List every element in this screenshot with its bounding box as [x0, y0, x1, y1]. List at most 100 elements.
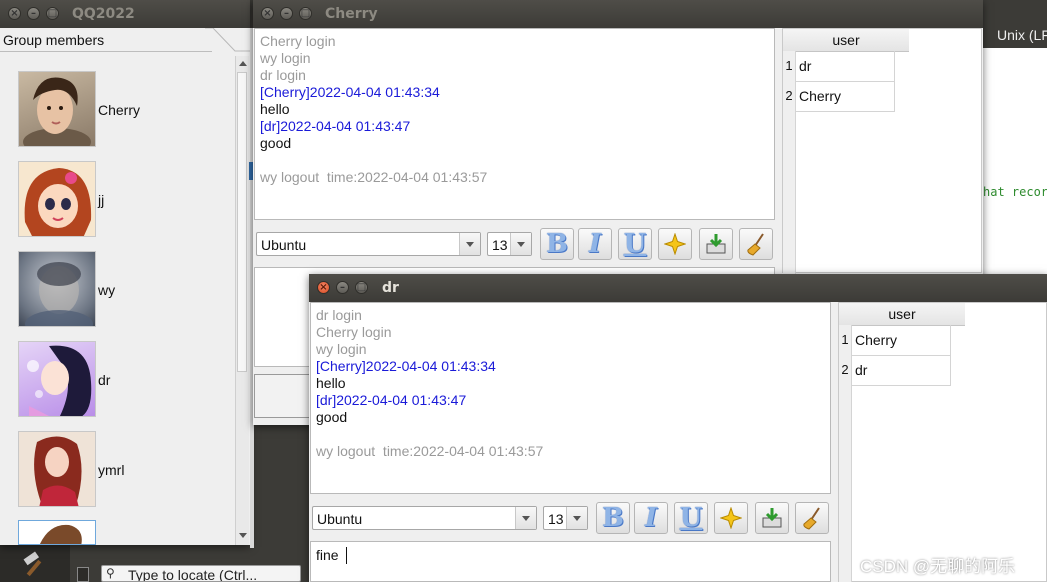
member-avatar[interactable]: [18, 251, 96, 327]
text-cursor: [346, 547, 347, 564]
font-size-select[interactable]: 13: [543, 506, 588, 530]
user-name: dr: [855, 362, 868, 378]
italic-icon: I: [588, 229, 602, 259]
panel-grip: [77, 567, 89, 582]
chevron-down-icon: [459, 233, 480, 255]
chat-log: Cherry login wy login dr login [Cherry]2…: [254, 28, 775, 220]
member-avatar[interactable]: [18, 71, 96, 147]
color-star-icon: [719, 506, 743, 530]
close-icon[interactable]: ×: [317, 281, 330, 294]
minimize-icon[interactable]: –: [280, 7, 293, 20]
member-name[interactable]: Cherry: [98, 102, 140, 118]
color-button[interactable]: [714, 502, 748, 534]
font-family-select[interactable]: Ubuntu: [256, 232, 481, 256]
save-button[interactable]: [699, 228, 733, 260]
color-star-icon: [663, 232, 687, 256]
log-line: dr login: [260, 67, 306, 83]
member-name[interactable]: wy: [98, 282, 115, 298]
user-name: Cherry: [855, 332, 898, 348]
user-row[interactable]: 2 dr: [839, 355, 951, 386]
scroll-up-arrow[interactable]: [239, 61, 247, 66]
log-line: wy login: [316, 341, 367, 357]
maximize-icon[interactable]: □: [355, 281, 368, 294]
bold-button[interactable]: B: [540, 228, 574, 260]
italic-button[interactable]: I: [634, 502, 668, 534]
group-members-tab-label: Group members: [3, 32, 105, 48]
minimize-icon[interactable]: –: [27, 7, 40, 20]
row-number: 1: [839, 325, 852, 355]
cherry-titlebar: × – □ Cherry: [253, 0, 983, 28]
log-line: Cherry login: [260, 33, 336, 49]
user-row[interactable]: 1 Cherry: [839, 325, 951, 356]
minimize-icon[interactable]: –: [336, 281, 349, 294]
color-button[interactable]: [658, 228, 692, 260]
italic-button[interactable]: I: [578, 228, 612, 260]
log-line: dr login: [316, 307, 362, 323]
member-name[interactable]: dr: [98, 372, 110, 388]
member-avatar[interactable]: [18, 161, 96, 237]
member-name[interactable]: ymrl: [98, 462, 124, 478]
message-input-text: fine: [316, 547, 339, 563]
row-number: 1: [783, 51, 796, 81]
members-scrollbar[interactable]: [235, 56, 249, 545]
user-table: user 1 dr 2 Cherry: [782, 28, 982, 274]
anime-girl-avatar-icon: [27, 345, 92, 416]
row-number: 2: [783, 81, 796, 111]
font-size-value: 13: [548, 511, 564, 527]
row-number-gutter: [783, 111, 796, 274]
member-avatar[interactable]: [18, 520, 96, 545]
user-column-header[interactable]: user: [783, 29, 909, 52]
message-input[interactable]: fine: [310, 541, 831, 582]
search-icon: ⚲: [106, 566, 115, 580]
group-members-tab[interactable]: Group members: [0, 28, 212, 52]
log-line: wy logout time:2022-04-04 01:43:57: [260, 169, 488, 185]
close-icon[interactable]: ×: [261, 7, 274, 20]
dr-chat-window: × – □ dr dr login Cherry login wy login …: [309, 274, 1047, 582]
save-icon: [706, 234, 726, 254]
locate-input[interactable]: ⚲ Type to locate (Ctrl...: [101, 565, 301, 582]
clear-broom-icon: [803, 507, 820, 530]
partial-avatar-icon: [39, 524, 82, 544]
member-avatar[interactable]: [18, 431, 96, 507]
member-avatar[interactable]: [18, 341, 96, 417]
locate-placeholder: Type to locate (Ctrl...: [128, 567, 258, 582]
log-line: [Cherry]2022-04-04 01:43:34: [316, 358, 496, 374]
encoding-label[interactable]: Unix (LF: [997, 27, 1047, 43]
clear-button[interactable]: [739, 228, 773, 260]
log-line: good: [260, 135, 292, 151]
scrollbar-thumb[interactable]: [237, 72, 247, 372]
scroll-down-arrow[interactable]: [239, 533, 247, 538]
bold-icon: B: [546, 229, 568, 259]
maximize-icon[interactable]: □: [46, 7, 59, 20]
dr-titlebar: × – □ dr: [309, 274, 1047, 302]
user-row[interactable]: 1 dr: [783, 51, 895, 82]
save-button[interactable]: [755, 502, 789, 534]
font-size-select[interactable]: 13: [487, 232, 532, 256]
underline-button[interactable]: U: [674, 502, 708, 534]
qq-titlebar: × – □ QQ2022: [0, 0, 250, 28]
member-name[interactable]: jj: [98, 192, 104, 208]
redhead-avatar-icon: [34, 436, 82, 506]
cartoon-girl-avatar-icon: [24, 168, 92, 236]
user-name: dr: [799, 58, 812, 74]
font-family-select[interactable]: Ubuntu: [312, 506, 537, 530]
close-icon[interactable]: ×: [8, 7, 21, 20]
log-line: [dr]2022-04-04 01:43:47: [260, 118, 411, 134]
log-line: [Cherry]2022-04-04 01:43:34: [260, 84, 440, 100]
italic-icon: I: [644, 503, 658, 533]
chat-record-fragment: hat recor: [983, 185, 1047, 199]
user-column-header[interactable]: user: [839, 303, 965, 326]
user-table: user 1 Cherry 2 dr: [838, 302, 1047, 582]
user-row[interactable]: 2 Cherry: [783, 81, 895, 112]
underline-icon: U: [679, 503, 703, 533]
font-family-value: Ubuntu: [317, 511, 363, 527]
csdn-watermark: CSDN @无聊的阿乐: [860, 557, 1016, 576]
chevron-down-icon: [510, 233, 531, 255]
font-family-value: Ubuntu: [261, 237, 307, 253]
bold-button[interactable]: B: [596, 502, 630, 534]
clear-button[interactable]: [795, 502, 829, 534]
launcher-build-button[interactable]: [0, 545, 70, 582]
maximize-icon[interactable]: □: [299, 7, 312, 20]
log-line: Cherry login: [316, 324, 392, 340]
underline-button[interactable]: U: [618, 228, 652, 260]
